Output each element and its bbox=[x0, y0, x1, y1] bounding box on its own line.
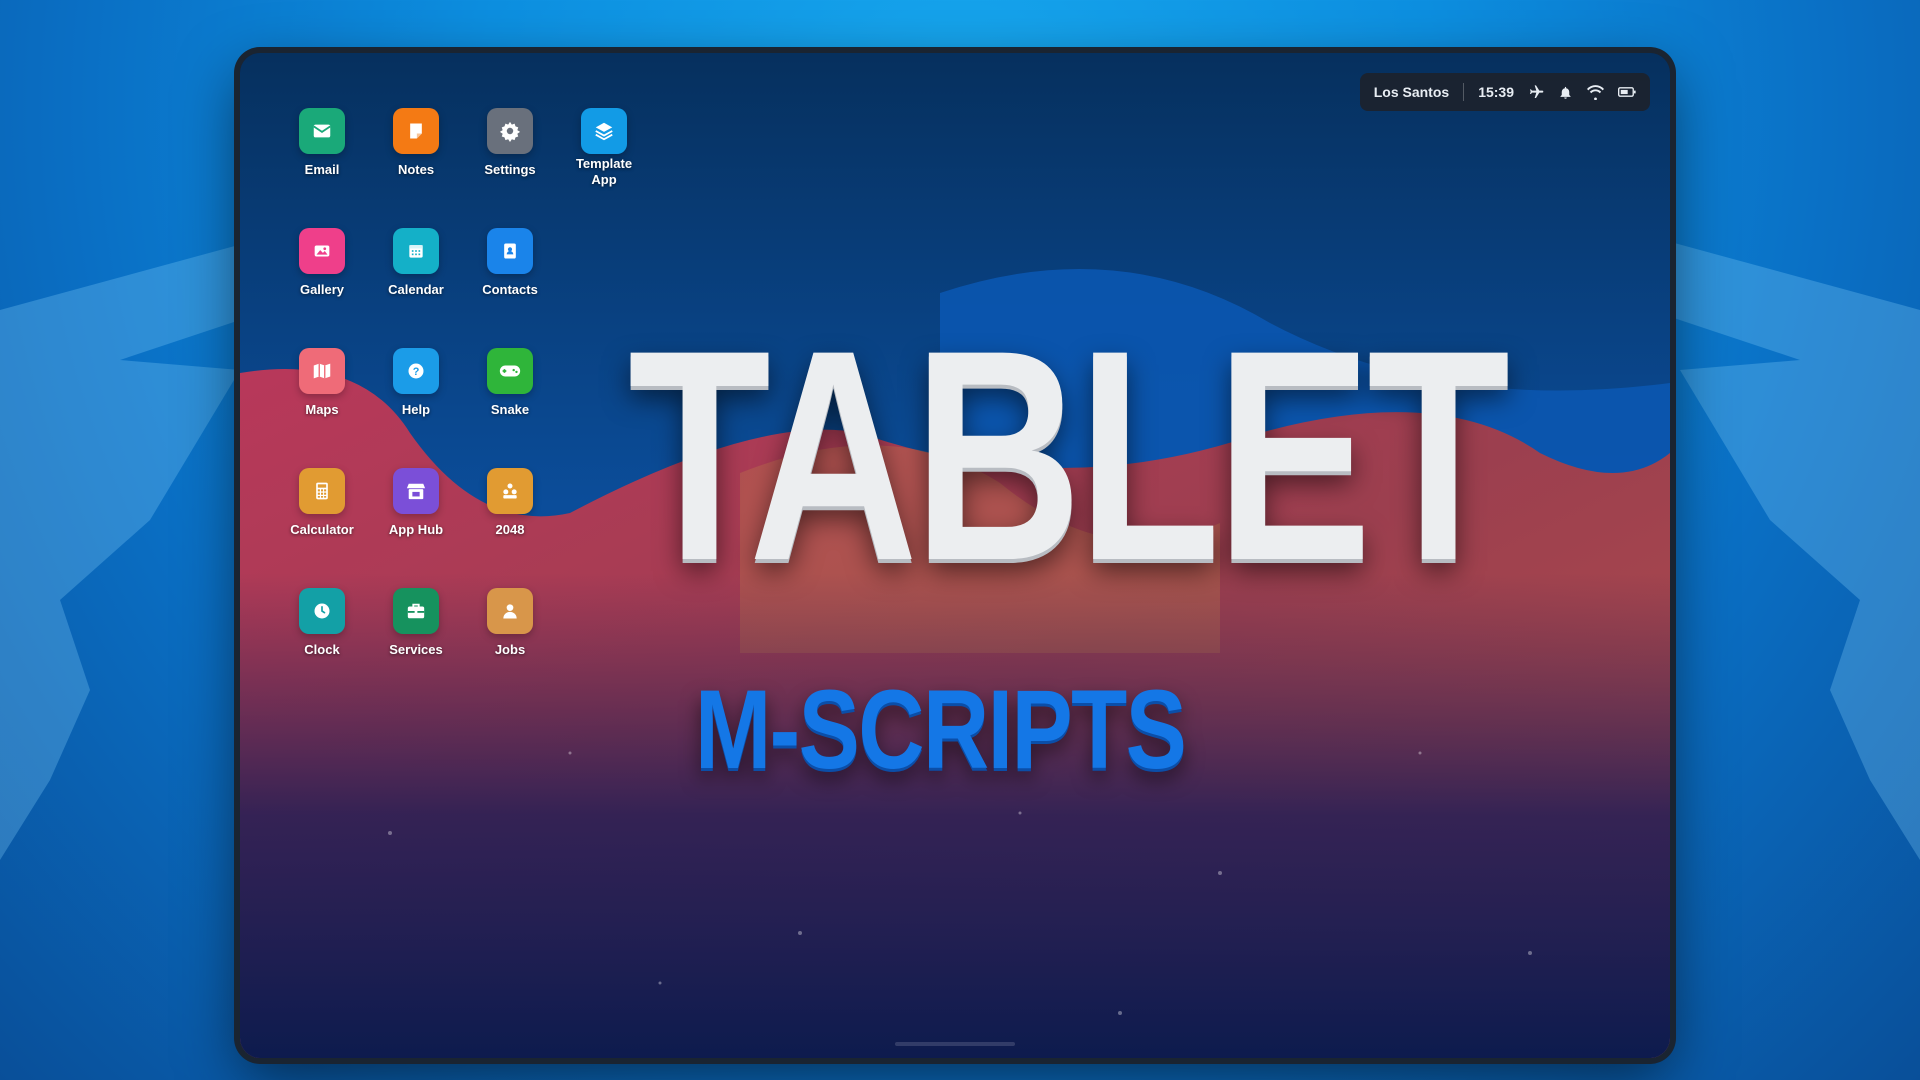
app-help[interactable]: ? Help bbox=[366, 348, 466, 418]
gamepad-icon bbox=[487, 348, 533, 394]
status-divider bbox=[1463, 83, 1465, 101]
clock-time: 15:39 bbox=[1478, 84, 1514, 100]
app-calendar[interactable]: Calendar bbox=[366, 228, 466, 298]
app-maps[interactable]: Maps bbox=[272, 348, 372, 418]
app-label: Help bbox=[401, 402, 431, 417]
mail-icon bbox=[299, 108, 345, 154]
clock-icon bbox=[299, 588, 345, 634]
app-label: 2048 bbox=[495, 522, 525, 537]
app-label: Template App bbox=[575, 156, 633, 187]
calculator-icon bbox=[299, 468, 345, 514]
store-icon bbox=[393, 468, 439, 514]
layers-icon bbox=[581, 108, 627, 154]
map-icon bbox=[299, 348, 345, 394]
app-label: App Hub bbox=[388, 522, 444, 537]
airplane-icon[interactable] bbox=[1528, 84, 1544, 100]
app-snake[interactable]: Snake bbox=[460, 348, 560, 418]
app-gallery[interactable]: Gallery bbox=[272, 228, 372, 298]
app-contacts[interactable]: Contacts bbox=[460, 228, 560, 298]
app-label: Snake bbox=[490, 402, 530, 417]
location-label: Los Santos bbox=[1373, 84, 1450, 100]
bell-icon[interactable] bbox=[1558, 85, 1573, 100]
app-2048[interactable]: 2048 bbox=[460, 468, 560, 538]
briefcase-icon bbox=[393, 588, 439, 634]
svg-text:?: ? bbox=[413, 366, 420, 378]
app-label: Gallery bbox=[299, 282, 345, 297]
calendar-icon bbox=[393, 228, 439, 274]
app-services[interactable]: Services bbox=[366, 588, 466, 658]
app-settings[interactable]: Settings bbox=[460, 108, 560, 178]
app-notes[interactable]: Notes bbox=[366, 108, 466, 178]
app-label: Clock bbox=[304, 642, 340, 657]
app-label: Notes bbox=[397, 162, 435, 177]
contact-book-icon bbox=[487, 228, 533, 274]
status-bar: Los Santos 15:39 bbox=[1359, 73, 1650, 111]
app-template-app[interactable]: Template App bbox=[554, 108, 654, 188]
blocks-icon bbox=[487, 468, 533, 514]
app-email[interactable]: Email bbox=[272, 108, 372, 178]
app-jobs[interactable]: Jobs bbox=[460, 588, 560, 658]
app-label: Jobs bbox=[494, 642, 526, 657]
app-label: Calculator bbox=[290, 522, 354, 537]
gear-icon bbox=[487, 108, 533, 154]
app-clock[interactable]: Clock bbox=[272, 588, 372, 658]
app-calculator[interactable]: Calculator bbox=[272, 468, 372, 538]
app-label: Maps bbox=[305, 402, 339, 417]
app-label: Email bbox=[304, 162, 340, 177]
image-icon bbox=[299, 228, 345, 274]
app-app-hub[interactable]: App Hub bbox=[366, 468, 466, 538]
question-icon: ? bbox=[393, 348, 439, 394]
hero-title: TABLET bbox=[628, 287, 1510, 623]
home-indicator[interactable] bbox=[895, 1042, 1015, 1046]
app-label: Services bbox=[389, 642, 443, 657]
battery-icon[interactable] bbox=[1618, 86, 1636, 98]
person-icon bbox=[487, 588, 533, 634]
hero-subtitle: M-SCRIPTS bbox=[694, 667, 1187, 792]
app-label: Calendar bbox=[388, 282, 444, 297]
note-icon bbox=[393, 108, 439, 154]
wifi-icon[interactable] bbox=[1587, 84, 1604, 100]
app-label: Settings bbox=[484, 162, 536, 177]
app-label: Contacts bbox=[482, 282, 538, 297]
